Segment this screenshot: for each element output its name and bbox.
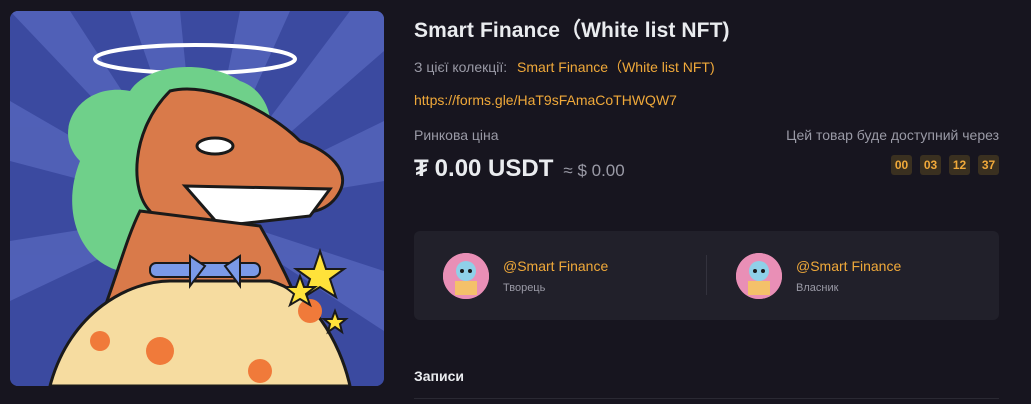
owner-name[interactable]: @Smart Finance bbox=[796, 258, 901, 274]
collection-row: З цієї колекції: Smart Finance（White lis… bbox=[414, 57, 715, 77]
divider bbox=[706, 255, 707, 295]
creator[interactable]: @Smart Finance Творець bbox=[443, 253, 608, 299]
price-approx: ≈ $ 0.00 bbox=[563, 161, 625, 180]
countdown-timer: 00 03 12 37 bbox=[891, 155, 999, 175]
page-title: Smart Finance（White list NFT) bbox=[414, 19, 730, 42]
owner[interactable]: @Smart Finance Власник bbox=[736, 253, 901, 299]
creator-role: Творець bbox=[503, 282, 546, 294]
nft-image bbox=[10, 11, 384, 386]
countdown-minutes: 12 bbox=[949, 155, 970, 175]
creator-avatar bbox=[443, 253, 489, 299]
price-main: ₮ 0.00 USDT bbox=[414, 155, 553, 183]
tether-icon: ₮ bbox=[414, 155, 429, 182]
availability-label: Цей товар буде доступний через bbox=[786, 127, 999, 143]
collection-link[interactable]: Smart Finance（White list NFT) bbox=[517, 59, 715, 75]
market-price-label: Ринкова ціна bbox=[414, 127, 499, 143]
collection-label: З цієї колекції: bbox=[414, 59, 508, 75]
creator-info: @Smart Finance Творець bbox=[503, 258, 608, 294]
owner-info: @Smart Finance Власник bbox=[796, 258, 901, 294]
price-amount: 0.00 USDT bbox=[434, 155, 554, 182]
countdown-days: 00 bbox=[891, 155, 912, 175]
form-link[interactable]: https://forms.gle/HaT9sFAmaCoTHWQW7 bbox=[414, 92, 677, 108]
records-divider bbox=[414, 398, 999, 399]
tab-records[interactable]: Записи bbox=[414, 368, 464, 384]
people-card: @Smart Finance Творець @Smart Finance Вл… bbox=[414, 231, 999, 320]
countdown-hours: 03 bbox=[920, 155, 941, 175]
countdown-seconds: 37 bbox=[978, 155, 999, 175]
creator-name[interactable]: @Smart Finance bbox=[503, 258, 608, 274]
owner-avatar bbox=[736, 253, 782, 299]
price-row: ₮ 0.00 USDT ≈ $ 0.00 bbox=[414, 155, 625, 183]
owner-role: Власник bbox=[796, 282, 839, 294]
